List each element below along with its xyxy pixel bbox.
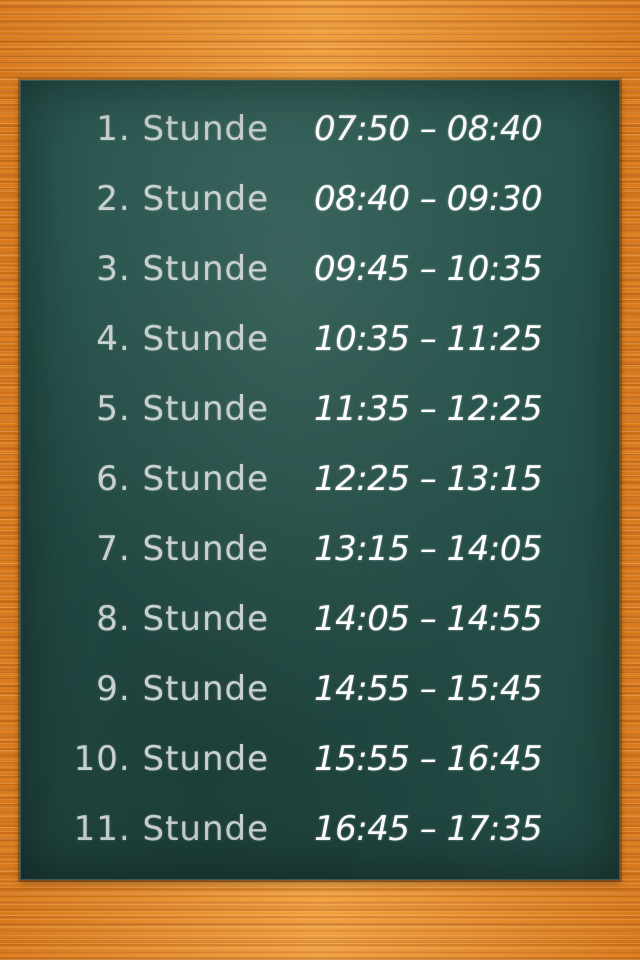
- period-label: 6. Stunde: [96, 459, 269, 499]
- period-label: 11. Stunde: [73, 809, 269, 849]
- period-time: 15:55 – 16:45: [314, 739, 543, 779]
- period-row-1: 1. Stunde 07:50 – 08:40: [21, 99, 619, 169]
- period-time: 07:50 – 08:40: [314, 109, 543, 149]
- period-time: 10:35 – 11:25: [314, 319, 543, 359]
- period-label: 7. Stunde: [96, 529, 269, 569]
- period-row-3: 3. Stunde 09:45 – 10:35: [21, 239, 619, 309]
- period-label: 9. Stunde: [96, 669, 269, 709]
- period-row-9: 9. Stunde 14:55 – 15:45: [21, 659, 619, 729]
- period-time: 13:15 – 14:05: [314, 529, 543, 569]
- period-row-6: 6. Stunde 12:25 – 13:15: [21, 449, 619, 519]
- chalkboard: 1. Stunde 07:50 – 08:40 2. Stunde 08:40 …: [20, 80, 620, 880]
- period-time: 08:40 – 09:30: [314, 179, 543, 219]
- period-label: 4. Stunde: [96, 319, 269, 359]
- period-row-11: 11. Stunde 16:45 – 17:35: [21, 799, 619, 869]
- period-time: 14:55 – 15:45: [314, 669, 543, 709]
- period-label: 2. Stunde: [96, 179, 269, 219]
- period-label: 8. Stunde: [96, 599, 269, 639]
- period-label: 3. Stunde: [96, 249, 269, 289]
- period-row-7: 7. Stunde 13:15 – 14:05: [21, 519, 619, 589]
- period-time: 16:45 – 17:35: [314, 809, 543, 849]
- period-list: 1. Stunde 07:50 – 08:40 2. Stunde 08:40 …: [21, 99, 619, 869]
- period-label: 10. Stunde: [73, 739, 269, 779]
- period-time: 11:35 – 12:25: [314, 389, 543, 429]
- period-label: 1. Stunde: [96, 109, 269, 149]
- period-row-4: 4. Stunde 10:35 – 11:25: [21, 309, 619, 379]
- period-time: 12:25 – 13:15: [314, 459, 543, 499]
- period-row-5: 5. Stunde 11:35 – 12:25: [21, 379, 619, 449]
- period-row-2: 2. Stunde 08:40 – 09:30: [21, 169, 619, 239]
- period-row-10: 10. Stunde 15:55 – 16:45: [21, 729, 619, 799]
- period-row-8: 8. Stunde 14:05 – 14:55: [21, 589, 619, 659]
- period-label: 5. Stunde: [96, 389, 269, 429]
- period-time: 09:45 – 10:35: [314, 249, 543, 289]
- period-time: 14:05 – 14:55: [314, 599, 543, 639]
